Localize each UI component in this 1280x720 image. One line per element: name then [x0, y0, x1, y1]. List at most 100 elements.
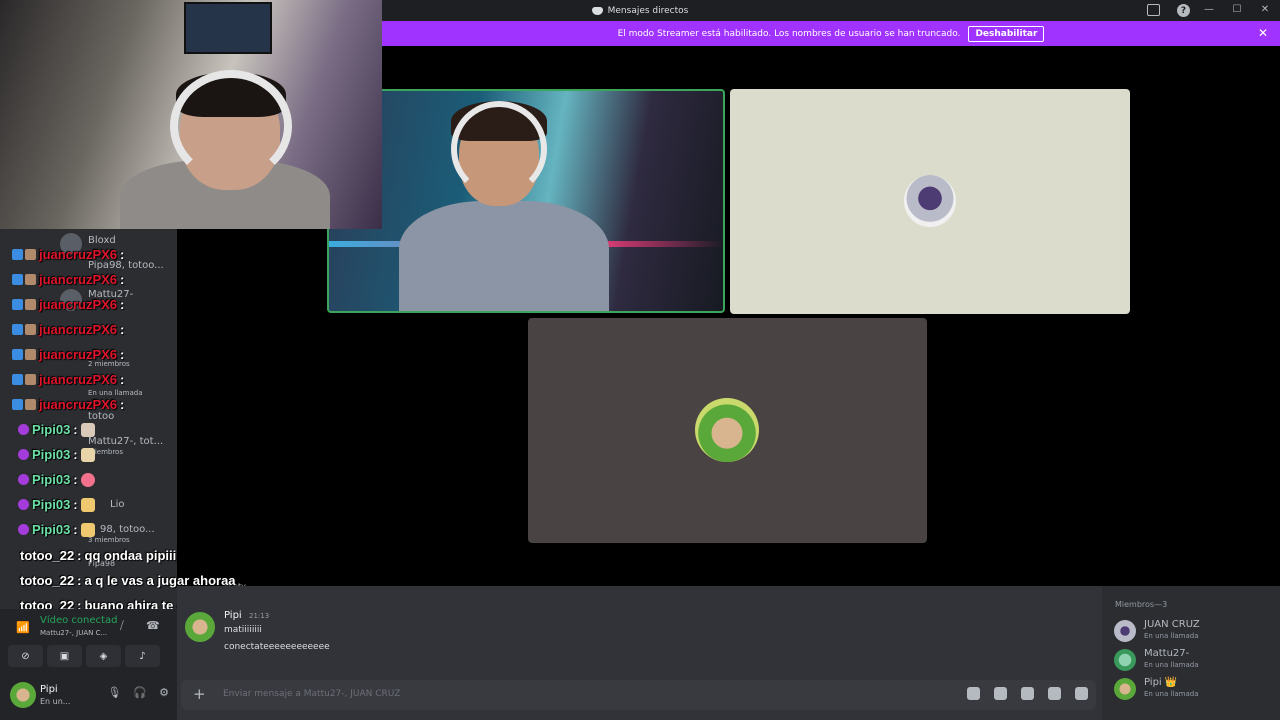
emote-icon — [80, 497, 95, 512]
chat-username: juancruzPX6 — [39, 297, 118, 312]
soundboard-icon[interactable]: ♪ — [125, 645, 160, 667]
chat-separator: : — [77, 548, 82, 563]
disable-streamer-button[interactable]: Deshabilitar — [968, 25, 1045, 42]
activity-icon[interactable]: ◈ — [86, 645, 121, 667]
close-window-icon[interactable]: ✕ — [1258, 2, 1272, 16]
chat-username: totoo_22 — [20, 573, 75, 588]
badge-icon — [12, 374, 23, 385]
message-avatar[interactable] — [185, 612, 215, 642]
dm-item-group-2[interactable]: 98, totoo... — [100, 524, 155, 535]
dm-item-group[interactable]: Mattu27-, tot... — [88, 436, 163, 447]
members-header: Miembros—3 — [1115, 600, 1168, 609]
noise-suppression-icon[interactable]: ⧸ — [120, 619, 124, 633]
gift-icon[interactable] — [967, 687, 980, 700]
minimize-icon[interactable]: — — [1202, 2, 1216, 16]
close-banner-icon[interactable]: ✕ — [1258, 26, 1268, 40]
badge-icon — [25, 324, 36, 335]
streamer-headphones — [170, 70, 292, 182]
dm-item-totoo[interactable]: totoo — [88, 411, 114, 422]
chat-separator: : — [120, 397, 125, 412]
message-author[interactable]: Pipi — [224, 610, 242, 621]
chat-line: juancruzPX6: — [12, 322, 124, 337]
discord-logo-icon — [591, 6, 603, 15]
chat-line: juancruzPX6: — [12, 272, 124, 287]
window-title: Mensajes directos — [607, 5, 689, 16]
member-avatar — [1114, 620, 1136, 642]
chat-line: Pipi03: — [18, 422, 95, 437]
chat-line: totoo_22: qq ondaa pipiii — [20, 548, 176, 563]
message-composer[interactable]: + Enviar mensaje a Mattu27-, JUAN CRUZ — [181, 680, 1096, 710]
monitor-in-background — [184, 2, 272, 54]
add-attachment-icon[interactable]: + — [193, 685, 206, 703]
signal-icon[interactable]: 📶 — [16, 621, 30, 634]
person-body — [399, 201, 609, 311]
gengar-avatar — [904, 175, 956, 227]
voice-status[interactable]: Vídeo conectad — [40, 615, 117, 626]
chat-message: qq ondaa pipiii — [84, 548, 177, 563]
user-avatar[interactable] — [10, 682, 36, 708]
user-name[interactable]: Pipi — [40, 684, 58, 695]
badge-icon — [18, 449, 29, 460]
call-tile-pipi[interactable] — [528, 318, 927, 543]
call-tile-mattu[interactable] — [730, 89, 1130, 314]
discord-window: Mensajes directos ? — ☐ ✕ El modo Stream… — [0, 0, 1280, 720]
headphones-icon[interactable]: 🎧 — [133, 686, 147, 699]
badge-icon — [18, 474, 29, 485]
member-item[interactable]: JUAN CRUZ En una llamada — [1114, 618, 1274, 644]
member-status: En una llamada — [1144, 632, 1199, 640]
gif-icon[interactable] — [994, 687, 1007, 700]
banner-text: El modo Streamer está habilitado. Los no… — [617, 28, 961, 39]
message-line-1: matiiiiiiii — [224, 625, 262, 635]
emoji-icon[interactable] — [1048, 687, 1061, 700]
chat-line: Pipi03: — [18, 522, 95, 537]
badge-icon — [25, 349, 36, 360]
chat-username: Pipi03 — [32, 422, 71, 437]
badge-icon — [18, 524, 29, 535]
member-item[interactable]: Mattu27- En una llamada — [1114, 647, 1274, 673]
microphone-icon[interactable]: 🎙 — [107, 686, 121, 699]
message-area: Pipi 21:13 matiiiiiiii conectateeeeeeeee… — [177, 586, 1102, 720]
message-line-2: conectateeeeeeeeeeee — [224, 642, 330, 652]
inbox-icon[interactable] — [1147, 4, 1160, 16]
voice-channel[interactable]: Mattu27-, JUAN C... — [40, 629, 107, 637]
message-timestamp: 21:13 — [249, 612, 270, 620]
chat-username: totoo_22 — [20, 548, 75, 563]
apps-icon[interactable] — [1075, 687, 1088, 700]
help-icon[interactable]: ? — [1177, 4, 1190, 17]
chat-username: Pipi03 — [32, 472, 71, 487]
disconnect-icon[interactable]: ☎ — [146, 619, 160, 632]
chat-username: juancruzPX6 — [39, 397, 118, 412]
zoro-avatar — [695, 398, 759, 462]
voice-connected-panel: 📶 Vídeo conectad Mattu27-, JUAN C... ⧸ ☎… — [0, 609, 177, 678]
maximize-icon[interactable]: ☐ — [1230, 2, 1244, 16]
dm-item-lio[interactable]: Lio — [110, 499, 124, 510]
chat-line: Pipi03: — [18, 472, 95, 487]
dm-item-bloxd[interactable]: Bloxd — [88, 235, 116, 246]
chat-line: Pipi03: — [18, 447, 95, 462]
settings-gear-icon[interactable]: ⚙ — [159, 686, 169, 699]
badge-icon — [25, 399, 36, 410]
chat-line: juancruzPX6: — [12, 247, 124, 262]
chat-username: Pipi03 — [32, 522, 71, 537]
user-status: En un... — [40, 697, 71, 706]
video-tile-juancruz[interactable] — [327, 89, 725, 313]
badge-icon — [12, 274, 23, 285]
headphones — [451, 101, 547, 197]
chat-separator: : — [73, 497, 78, 512]
member-name: JUAN CRUZ — [1144, 619, 1200, 630]
dm-item-members-3: 3 miembros — [88, 536, 130, 544]
screen-share-icon[interactable]: ▣ — [47, 645, 82, 667]
chat-separator: : — [77, 573, 82, 588]
composer-placeholder[interactable]: Enviar mensaje a Mattu27-, JUAN CRUZ — [223, 689, 400, 699]
camera-off-icon[interactable]: ⊘ — [8, 645, 43, 667]
sticker-icon[interactable] — [1021, 687, 1034, 700]
chat-separator: : — [120, 297, 125, 312]
chat-separator: : — [120, 372, 125, 387]
emote-icon — [80, 422, 95, 437]
voice-buttons: ⊘ ▣ ◈ ♪ — [8, 645, 160, 667]
chat-username: juancruzPX6 — [39, 347, 118, 362]
chat-username: juancruzPX6 — [39, 372, 118, 387]
user-controls: 🎙 🎧 ⚙ — [107, 686, 169, 699]
member-item[interactable]: Pipi 👑 En una llamada — [1114, 676, 1274, 702]
webcam-overlay — [0, 0, 382, 229]
